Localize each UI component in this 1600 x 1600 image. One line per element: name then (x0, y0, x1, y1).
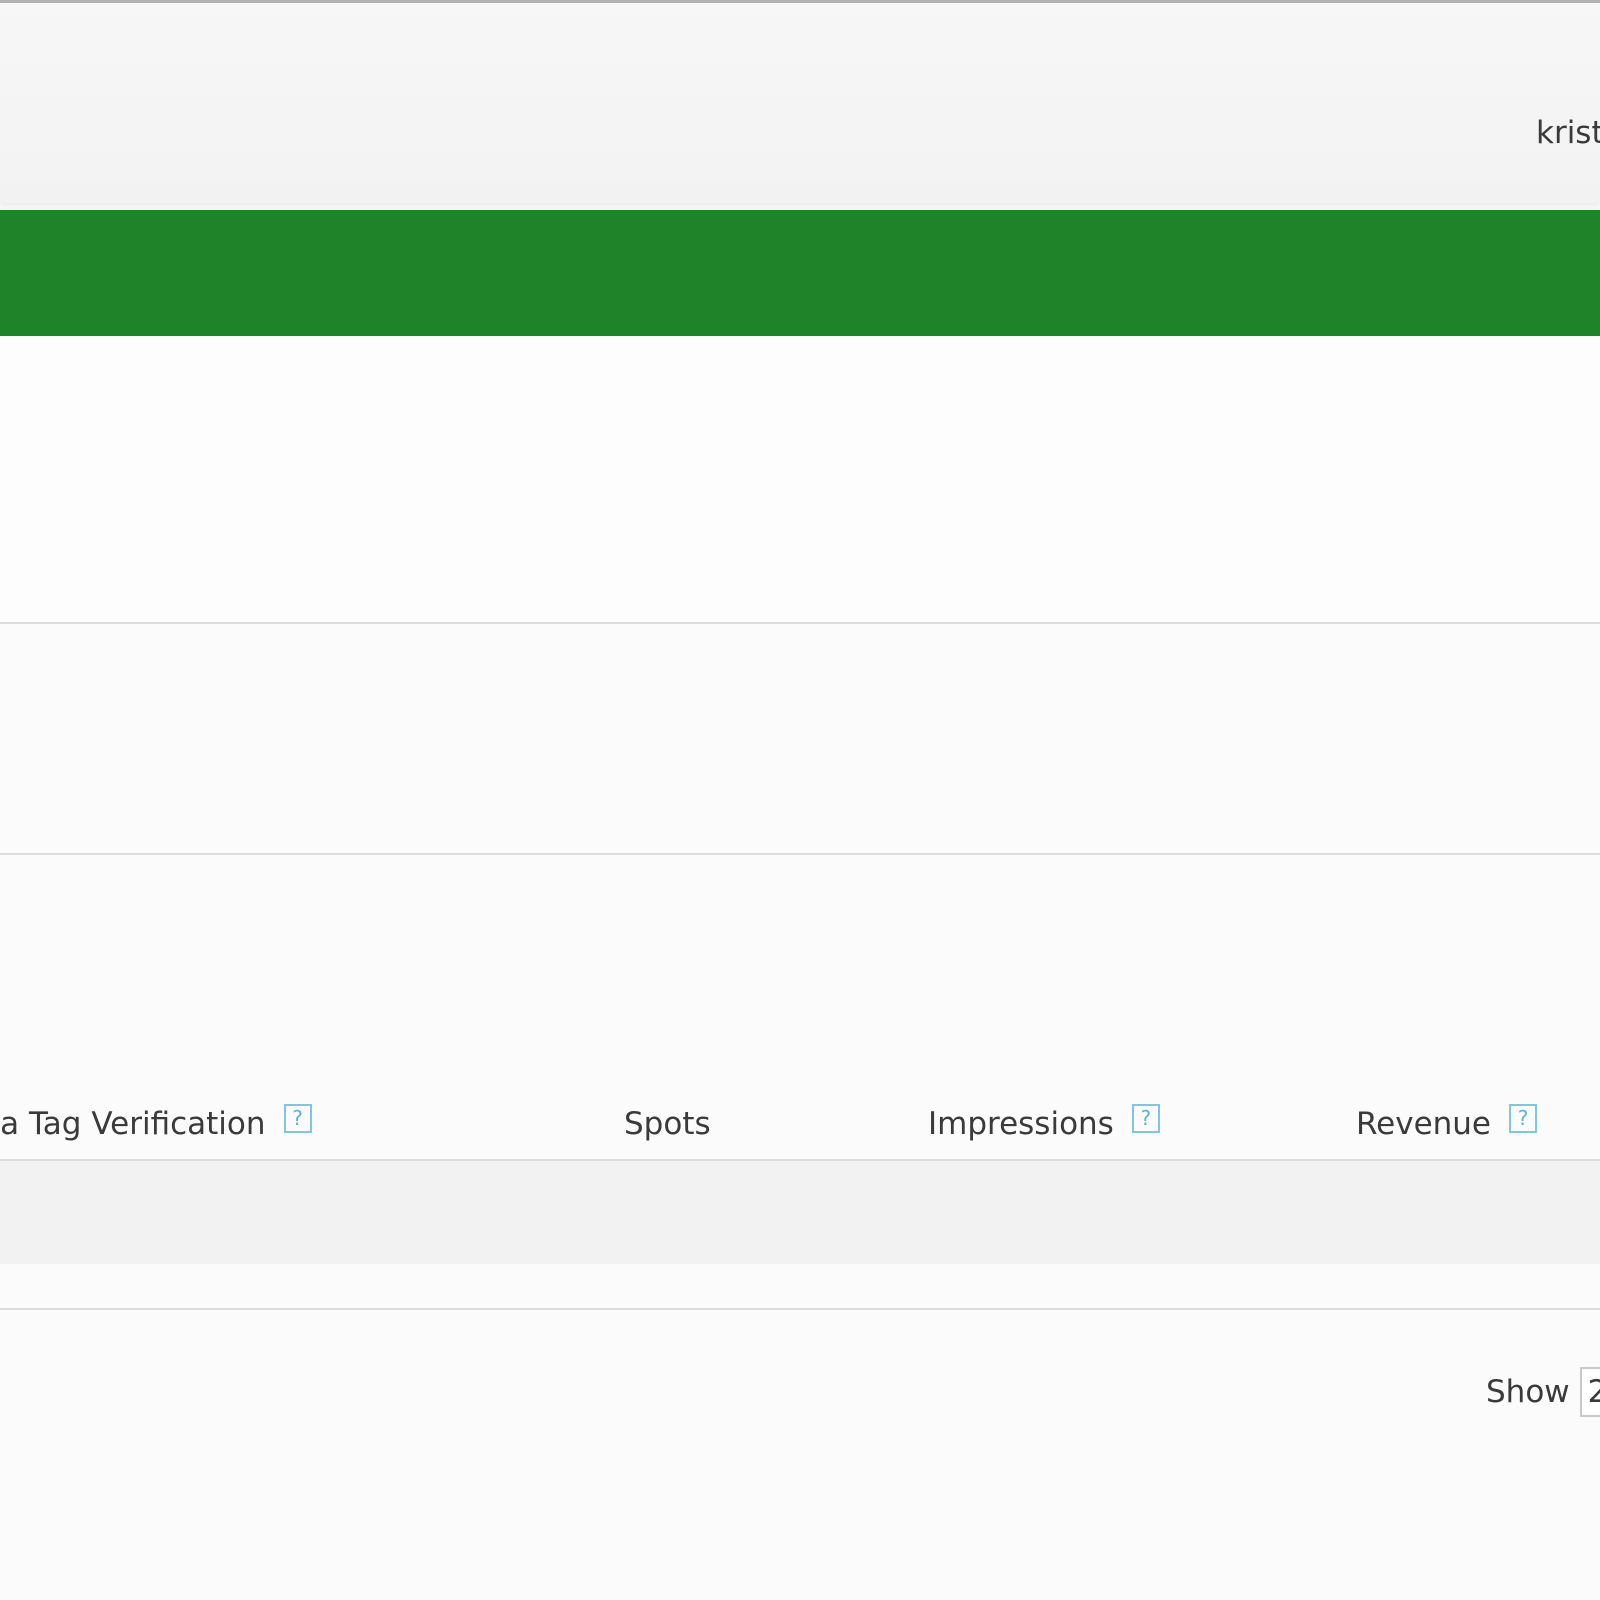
table-footer-divider (0, 1308, 1600, 1310)
show-label: Show (1486, 1374, 1570, 1410)
help-icon[interactable]: ? (1509, 1103, 1538, 1133)
column-header-label: Revenue (1356, 1106, 1492, 1142)
navigation-bar (0, 210, 1600, 336)
page-size-select[interactable]: 2 (1579, 1367, 1600, 1417)
app-header: krist (0, 3, 1600, 203)
content-section (0, 336, 1600, 622)
column-header-label: Spots (624, 1106, 711, 1142)
column-header-tag-verification[interactable]: ta Tag Verification ? (0, 1090, 312, 1158)
column-header-label: ta Tag Verification (0, 1106, 266, 1142)
column-header-revenue[interactable]: Revenue ? (1356, 1090, 1538, 1158)
table-header-row: ta Tag Verification ? Spots Impressions … (0, 1090, 1600, 1158)
help-icon[interactable]: ? (283, 1103, 312, 1133)
help-icon[interactable]: ? (1131, 1103, 1160, 1133)
table-row (0, 1161, 1600, 1264)
column-header-spots[interactable]: Spots (624, 1090, 711, 1158)
column-header-impressions[interactable]: Impressions ? (928, 1090, 1160, 1158)
page-size-control: Show 2 (1486, 1367, 1600, 1417)
user-menu[interactable]: krist (1536, 113, 1600, 153)
page-size-value: 2 (1587, 1374, 1600, 1410)
section-divider (0, 853, 1600, 855)
section-divider (0, 622, 1600, 624)
column-header-label: Impressions (928, 1106, 1114, 1142)
